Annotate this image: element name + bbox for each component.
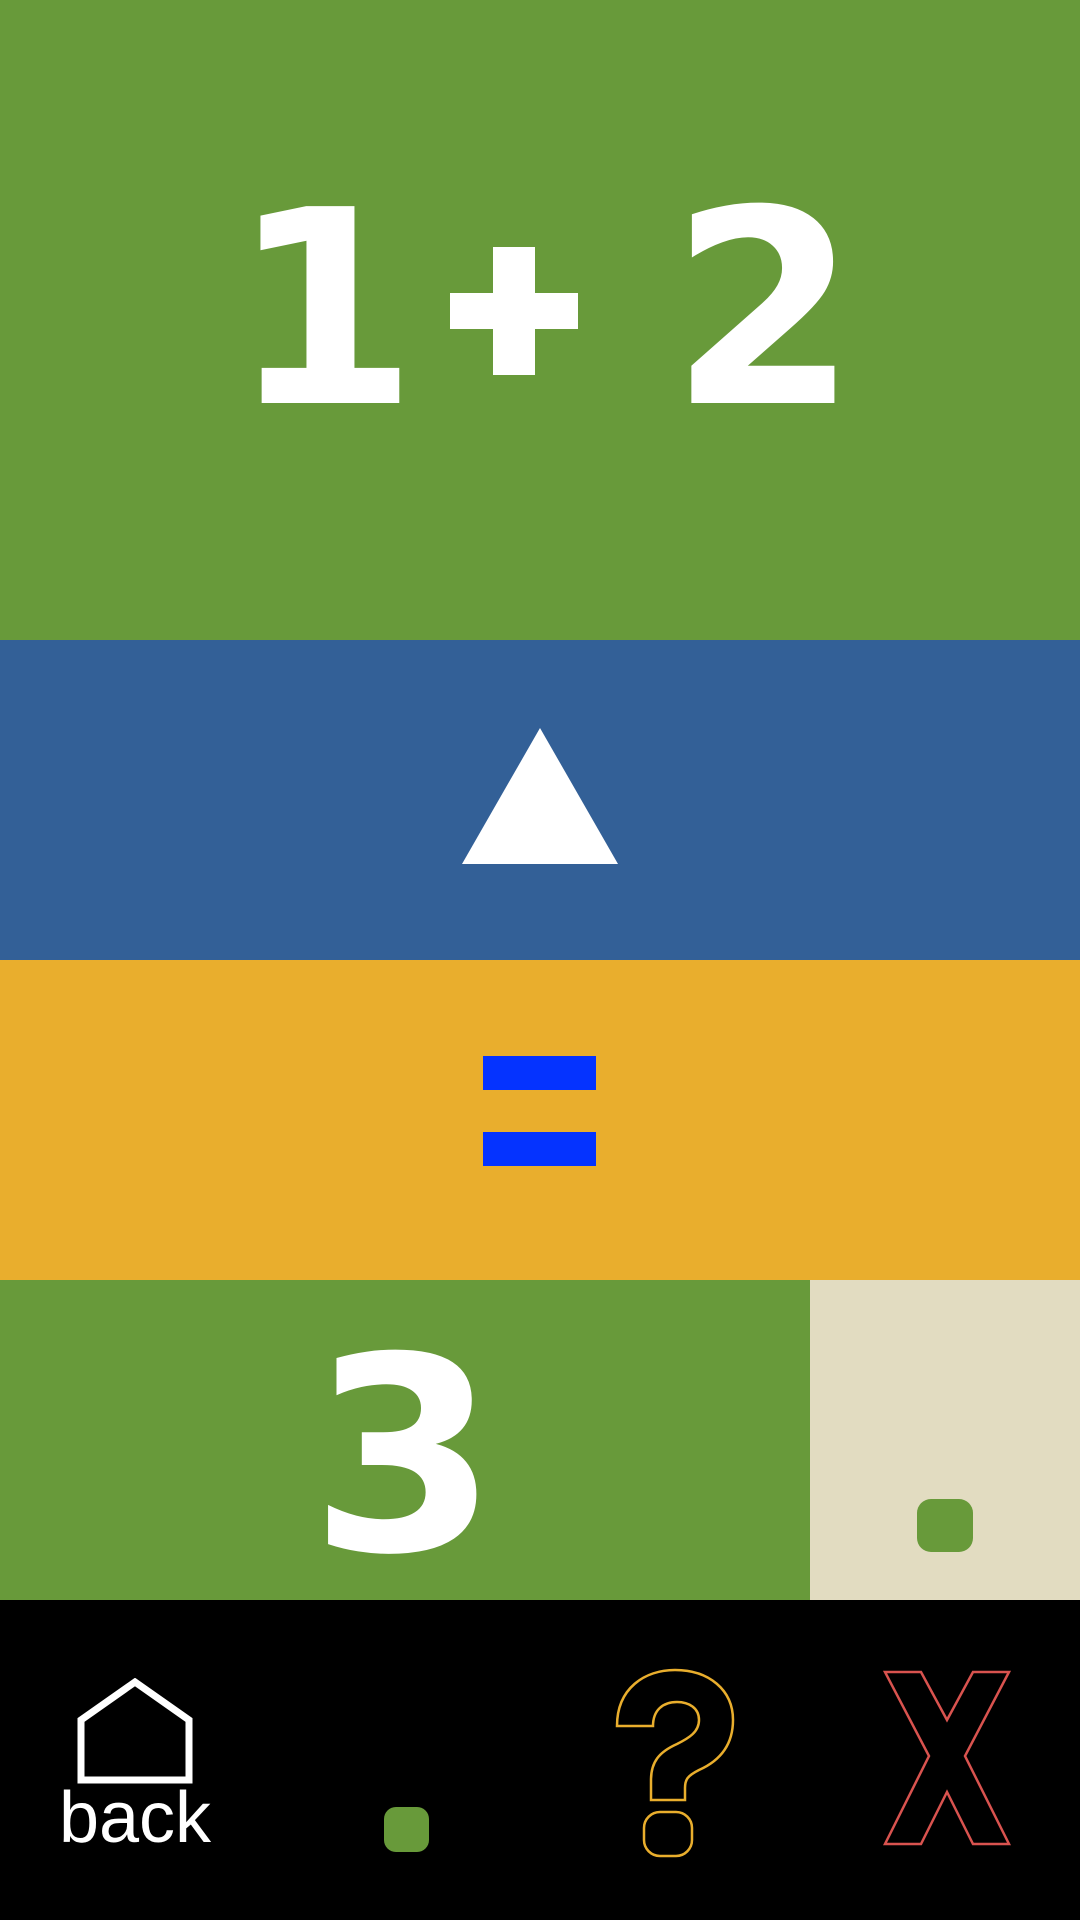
- help-button[interactable]: [540, 1600, 810, 1920]
- operand-b: 2: [670, 152, 858, 467]
- home-icon: [77, 1678, 193, 1784]
- dot-icon: [384, 1807, 429, 1852]
- back-button[interactable]: back: [0, 1600, 270, 1920]
- bottom-nav: back: [0, 1600, 1080, 1920]
- answer-slot[interactable]: [810, 1280, 1080, 1600]
- equation-panel: 1 2: [0, 0, 1080, 640]
- triangle-up-icon[interactable]: [462, 728, 618, 864]
- answer-panel: 3: [0, 1280, 810, 1600]
- dot-button[interactable]: [270, 1600, 540, 1920]
- operand-a: 1: [230, 152, 418, 467]
- back-label: back: [58, 1778, 212, 1858]
- answer-value: 3: [310, 1299, 498, 1614]
- x-icon: [883, 1670, 1011, 1846]
- equals-icon: [483, 1056, 596, 1166]
- answer-row: 3: [0, 1280, 1080, 1600]
- plus-icon: [450, 247, 578, 375]
- dot-icon: [917, 1499, 973, 1552]
- close-button[interactable]: [810, 1600, 1080, 1920]
- operator-selector-panel: [0, 640, 1080, 960]
- question-mark-icon: [615, 1668, 735, 1858]
- equals-panel: [0, 960, 1080, 1280]
